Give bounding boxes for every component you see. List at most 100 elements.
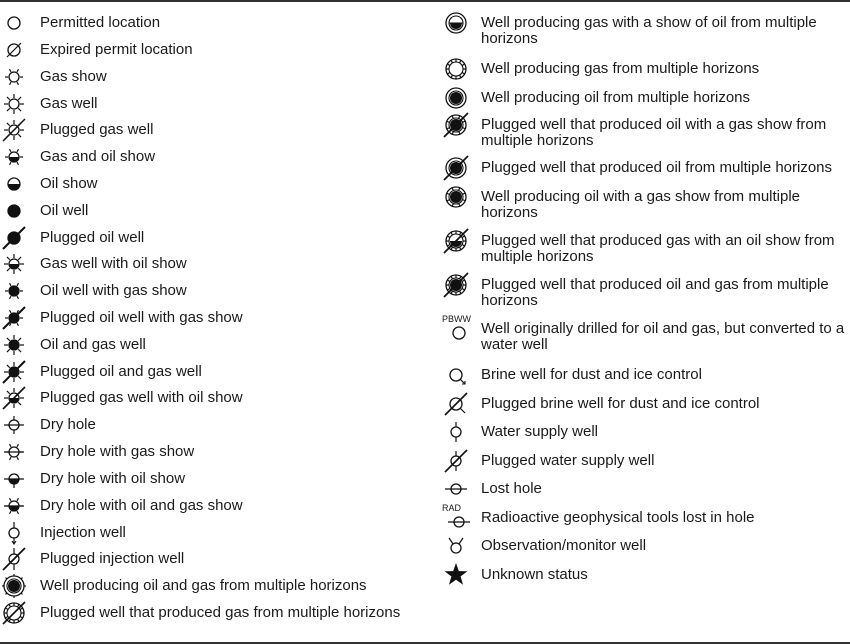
legend-item-label: Plugged well that produced oil and gas f… xyxy=(481,276,829,309)
plugged-brine-well-icon xyxy=(440,391,472,417)
legend-item-label: Permitted location xyxy=(40,14,161,31)
legend-item: Gas and oil show xyxy=(0,144,430,170)
legend-item-label: Plugged well that produced gas with an o… xyxy=(481,232,835,265)
legend-item-label: Plugged oil well xyxy=(40,229,145,246)
legend-item: Well producing oil with a gas show from … xyxy=(440,184,850,221)
legend-item-label: Plugged oil well with gas show xyxy=(40,309,243,326)
water-supply-well-icon xyxy=(440,419,472,445)
legend-item-label: Unknown status xyxy=(481,566,588,583)
legend-item: Lost hole xyxy=(440,476,850,502)
plugged-multi-horizon-gas-with-oil-show-icon xyxy=(440,228,472,254)
radioactive-tools-lost-icon: RAD xyxy=(440,503,472,531)
legend-item-label: Observation/monitor well xyxy=(481,537,647,554)
legend-item-label: Plugged oil and gas well xyxy=(40,363,202,380)
legend-item-label: Gas well with oil show xyxy=(40,255,187,272)
dry-hole-with-gas-show-icon xyxy=(0,439,30,465)
plugged-water-supply-well-icon xyxy=(440,448,472,474)
legend-item-label: Plugged brine well for dust and ice cont… xyxy=(481,395,760,412)
legend-item: Plugged well that produced oil with a ga… xyxy=(440,112,850,149)
legend-item-label: Radioactive geophysical tools lost in ho… xyxy=(481,509,755,526)
legend-item-label: Plugged gas well xyxy=(40,121,154,138)
multi-horizon-oil-well-icon xyxy=(440,85,472,111)
legend-item: Plugged oil well xyxy=(0,225,430,251)
star-icon xyxy=(440,562,472,588)
gas-well-icon xyxy=(0,91,30,117)
legend-item: Gas show xyxy=(0,64,430,90)
legend-item: Plugged injection well xyxy=(0,546,430,572)
legend-item: Plugged well that produced oil and gas f… xyxy=(440,272,850,309)
oil-well-with-gas-show-icon xyxy=(0,278,30,304)
plugged-oil-and-gas-well-icon xyxy=(0,359,30,385)
legend-item: Dry hole with gas show xyxy=(0,439,430,465)
plugged-oil-well-icon xyxy=(0,225,30,251)
symbol-prefix-label: RAD xyxy=(442,503,462,513)
legend-item-label: Plugged water supply well xyxy=(481,452,655,469)
legend-item: RAD Radioactive geophysical tools lost in… xyxy=(440,503,850,531)
dry-hole-icon xyxy=(0,412,30,438)
legend-item-label: Dry hole with oil show xyxy=(40,470,186,487)
legend-item: Observation/monitor well xyxy=(440,533,850,559)
legend-item-label: Plugged well that produced oil with a ga… xyxy=(481,116,827,149)
legend-item-label: Water supply well xyxy=(481,423,598,440)
legend-item: Plugged brine well for dust and ice cont… xyxy=(440,391,850,417)
multi-horizon-gas-with-oil-show-icon xyxy=(440,10,472,36)
legend-item-label: Well originally drilled for oil and gas,… xyxy=(481,320,845,353)
converted-water-well-icon: PBWW xyxy=(440,314,472,342)
legend-item: Oil well xyxy=(0,198,430,224)
legend-item-label: Oil and gas well xyxy=(40,336,146,353)
plugged-multi-horizon-oil-and-gas-icon xyxy=(440,272,472,298)
legend-item: Injection well xyxy=(0,520,430,546)
slashed-circle-icon xyxy=(0,37,30,63)
legend-item: Brine well for dust and ice control xyxy=(440,362,850,388)
legend-item-label: Brine well for dust and ice control xyxy=(481,366,702,383)
multi-horizon-oil-gas-well-icon xyxy=(0,573,30,599)
legend-item: Water supply well xyxy=(440,419,850,445)
plugged-injection-well-icon xyxy=(0,546,30,572)
legend-item: Plugged oil well with gas show xyxy=(0,305,430,331)
legend-item-label: Oil show xyxy=(40,175,98,192)
legend-item-label: Dry hole xyxy=(40,416,96,433)
gas-and-oil-show-icon xyxy=(0,144,30,170)
multi-horizon-gas-well-icon xyxy=(440,56,472,82)
legend-item-label: Expired permit location xyxy=(40,41,193,58)
gas-show-icon xyxy=(0,64,30,90)
legend-item-label: Dry hole with gas show xyxy=(40,443,195,460)
open-circle-icon xyxy=(0,10,30,36)
plugged-oil-well-with-gas-show-icon xyxy=(0,305,30,331)
legend-item: Dry hole xyxy=(0,412,430,438)
legend-item: Dry hole with oil show xyxy=(0,466,430,492)
legend-item-label: Gas well xyxy=(40,95,98,112)
legend-item-label: Plugged gas well with oil show xyxy=(40,389,243,406)
dry-hole-with-oil-show-icon xyxy=(0,466,30,492)
legend-item-label: Plugged injection well xyxy=(40,550,185,567)
legend-item: Oil well with gas show xyxy=(0,278,430,304)
legend-item-label: Oil well xyxy=(40,202,89,219)
legend-item-label: Well producing oil with a gas show from … xyxy=(481,188,801,221)
legend-item: Gas well with oil show xyxy=(0,251,430,277)
observation-well-icon xyxy=(440,533,472,559)
legend-item: Unknown status xyxy=(440,562,850,588)
legend-item-label: Plugged well that produced oil from mult… xyxy=(481,159,833,176)
legend-item: Plugged gas well with oil show xyxy=(0,385,430,411)
legend-item: Oil show xyxy=(0,171,430,197)
legend-item: Oil and gas well xyxy=(0,332,430,358)
top-rule xyxy=(0,0,850,2)
plugged-multi-horizon-oil-with-gas-show-icon xyxy=(440,112,472,138)
legend-item: Well producing oil and gas from multiple… xyxy=(0,573,430,599)
plugged-multi-horizon-gas-well-icon xyxy=(0,600,30,626)
dry-hole-with-oil-and-gas-show-icon xyxy=(0,493,30,519)
legend-item: Plugged gas well xyxy=(0,117,430,143)
multi-horizon-oil-with-gas-show-icon xyxy=(440,184,472,210)
plugged-multi-horizon-oil-well-icon xyxy=(440,155,472,181)
legend-item: Plugged water supply well xyxy=(440,448,850,474)
oil-show-icon xyxy=(0,171,30,197)
plugged-gas-well-icon xyxy=(0,117,30,143)
legend-item: Plugged well that produced gas with an o… xyxy=(440,228,850,265)
legend-item-label: Oil well with gas show xyxy=(40,282,187,299)
legend-item: Plugged well that produced gas from mult… xyxy=(0,600,430,626)
legend-item: Well producing oil from multiple horizon… xyxy=(440,85,850,111)
plugged-gas-well-with-oil-show-icon xyxy=(0,385,30,411)
oil-and-gas-well-icon xyxy=(0,332,30,358)
legend-item: Plugged oil and gas well xyxy=(0,359,430,385)
legend-item: Dry hole with oil and gas show xyxy=(0,493,430,519)
